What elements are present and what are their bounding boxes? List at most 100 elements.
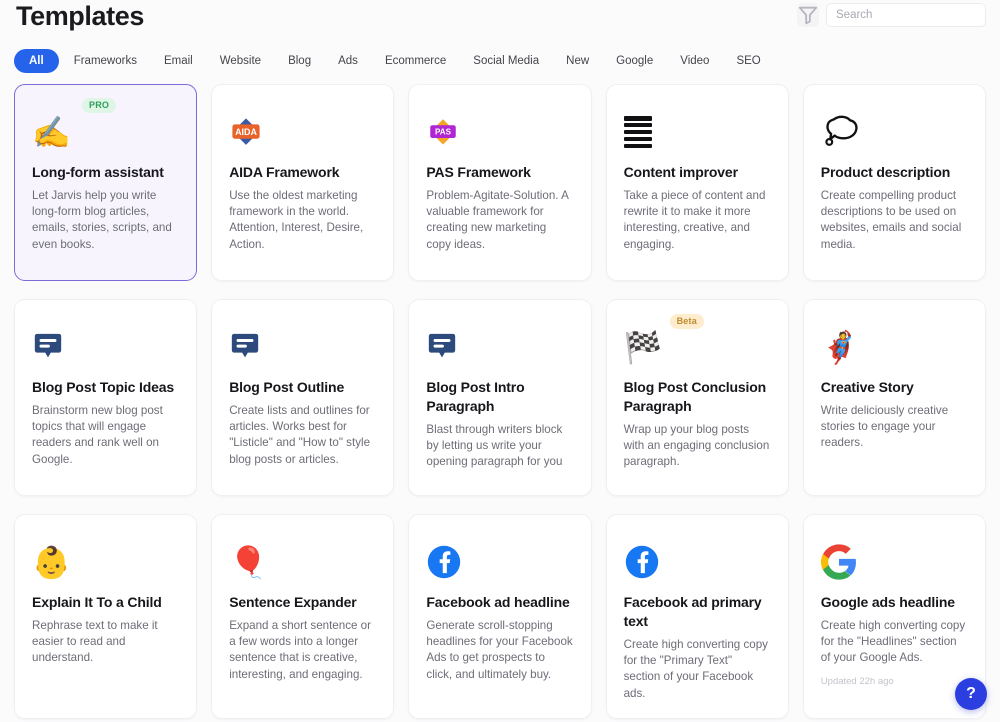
tab-blog[interactable]: Blog bbox=[276, 49, 323, 73]
template-card[interactable]: Blog Post Topic Ideas Brainstorm new blo… bbox=[14, 299, 197, 496]
card-title: Long-form assistant bbox=[32, 163, 179, 182]
template-card[interactable]: Facebook ad primary text Create high con… bbox=[606, 514, 789, 719]
template-card[interactable]: 🏁Beta Blog Post Conclusion Paragraph Wra… bbox=[606, 299, 789, 496]
tab-all[interactable]: All bbox=[14, 49, 59, 73]
tab-video[interactable]: Video bbox=[668, 49, 721, 73]
template-card[interactable]: Content improver Take a piece of content… bbox=[606, 84, 789, 281]
aida-badge-icon: AIDA bbox=[229, 115, 263, 149]
card-icon bbox=[229, 320, 376, 374]
card-icon bbox=[426, 535, 573, 589]
page-title: Templates bbox=[16, 0, 144, 33]
card-description: Expand a short sentence or a few words i… bbox=[229, 618, 376, 683]
card-description: Problem-Agitate-Solution. A valuable fra… bbox=[426, 188, 573, 253]
card-description: Take a piece of content and rewrite it t… bbox=[624, 188, 771, 253]
card-title: Google ads headline bbox=[821, 593, 968, 612]
card-description: Write deliciously creative stories to en… bbox=[821, 403, 968, 452]
tab-email[interactable]: Email bbox=[152, 49, 205, 73]
card-description: Rephrase text to make it easier to read … bbox=[32, 618, 179, 667]
tab-google[interactable]: Google bbox=[604, 49, 665, 73]
card-description: Create high converting copy for the "Hea… bbox=[821, 618, 968, 667]
card-icon bbox=[426, 320, 573, 374]
card-title: Content improver bbox=[624, 163, 771, 182]
template-card[interactable]: AIDA AIDA Framework Use the oldest marke… bbox=[211, 84, 394, 281]
filter-funnel-icon[interactable] bbox=[797, 3, 819, 27]
writing-hand-emoji: ✍️ bbox=[32, 117, 71, 148]
card-title: Blog Post Intro Paragraph bbox=[426, 378, 573, 416]
card-title: AIDA Framework bbox=[229, 163, 376, 182]
template-card[interactable]: ✍️PRO Long-form assistant Let Jarvis hel… bbox=[14, 84, 197, 281]
card-icon bbox=[624, 535, 771, 589]
card-icon: ✍️PRO bbox=[32, 105, 179, 159]
template-card[interactable]: Product description Create compelling pr… bbox=[803, 84, 986, 281]
tab-seo[interactable]: SEO bbox=[724, 49, 772, 73]
card-title: Blog Post Topic Ideas bbox=[32, 378, 179, 397]
baby-emoji: 👶 bbox=[32, 547, 71, 578]
balloon-emoji: 🎈 bbox=[229, 547, 268, 578]
tab-ecommerce[interactable]: Ecommerce bbox=[373, 49, 458, 73]
card-title: Blog Post Conclusion Paragraph bbox=[624, 378, 771, 416]
text-lines-icon bbox=[624, 116, 652, 148]
card-description: Let Jarvis help you write long-form blog… bbox=[32, 188, 179, 253]
templates-grid: ✍️PRO Long-form assistant Let Jarvis hel… bbox=[0, 84, 1000, 719]
tab-frameworks[interactable]: Frameworks bbox=[62, 49, 149, 73]
thought-bubble-icon bbox=[821, 114, 861, 150]
speech-bubble-icon bbox=[32, 331, 64, 363]
facebook-icon bbox=[624, 544, 660, 580]
card-title: Product description bbox=[821, 163, 968, 182]
tab-social-media[interactable]: Social Media bbox=[461, 49, 551, 73]
card-icon bbox=[32, 320, 179, 374]
superhero-emoji: 🦸 bbox=[821, 332, 860, 363]
template-card[interactable]: 🎈 Sentence Expander Expand a short sente… bbox=[211, 514, 394, 719]
card-title: Explain It To a Child bbox=[32, 593, 179, 612]
google-icon bbox=[821, 544, 857, 580]
card-title: Sentence Expander bbox=[229, 593, 376, 612]
card-title: Facebook ad primary text bbox=[624, 593, 771, 631]
card-title: Creative Story bbox=[821, 378, 968, 397]
template-card[interactable]: Facebook ad headline Generate scroll-sto… bbox=[408, 514, 591, 719]
facebook-icon bbox=[426, 544, 462, 580]
card-description: Wrap up your blog posts with an engaging… bbox=[624, 422, 771, 471]
beta-badge: Beta bbox=[670, 314, 704, 329]
card-description: Blast through writers block by letting u… bbox=[426, 422, 573, 471]
card-icon bbox=[624, 105, 771, 159]
card-description: Brainstorm new blog post topics that wil… bbox=[32, 403, 179, 468]
card-icon: AIDA bbox=[229, 105, 376, 159]
card-updated-timestamp: Updated 22h ago bbox=[821, 676, 968, 687]
checkered-flag-emoji: 🏁 bbox=[624, 332, 663, 363]
page-header: Templates bbox=[0, 0, 1000, 40]
pas-badge-icon: PAS bbox=[426, 115, 460, 149]
category-tabs: AllFrameworksEmailWebsiteBlogAdsEcommerc… bbox=[0, 46, 1000, 76]
speech-bubble-icon bbox=[426, 331, 458, 363]
card-description: Use the oldest marketing framework in th… bbox=[229, 188, 376, 253]
svg-text:PAS: PAS bbox=[435, 128, 452, 137]
card-icon: 🏁Beta bbox=[624, 320, 771, 374]
help-button[interactable]: ? bbox=[955, 678, 987, 710]
templates-page: Templates AllFrameworksEmailWebsiteBlogA… bbox=[0, 0, 1000, 722]
search-input[interactable] bbox=[826, 3, 986, 27]
template-card[interactable]: PAS PAS Framework Problem-Agitate-Soluti… bbox=[408, 84, 591, 281]
template-card[interactable]: Blog Post Outline Create lists and outli… bbox=[211, 299, 394, 496]
template-card[interactable]: Blog Post Intro Paragraph Blast through … bbox=[408, 299, 591, 496]
filter-funnel-glyph bbox=[797, 0, 819, 32]
header-actions bbox=[797, 3, 986, 27]
svg-text:AIDA: AIDA bbox=[235, 127, 257, 137]
template-card[interactable]: 👶 Explain It To a Child Rephrase text to… bbox=[14, 514, 197, 719]
card-description: Generate scroll-stopping headlines for y… bbox=[426, 618, 573, 683]
tab-ads[interactable]: Ads bbox=[326, 49, 370, 73]
tab-new[interactable]: New bbox=[554, 49, 601, 73]
card-description: Create high converting copy for the "Pri… bbox=[624, 637, 771, 702]
speech-bubble-icon bbox=[229, 331, 261, 363]
card-title: Blog Post Outline bbox=[229, 378, 376, 397]
template-card[interactable]: 🦸 Creative Story Write deliciously creat… bbox=[803, 299, 986, 496]
pro-badge: PRO bbox=[82, 98, 116, 113]
card-description: Create compelling product descriptions t… bbox=[821, 188, 968, 253]
card-icon bbox=[821, 535, 968, 589]
tab-website[interactable]: Website bbox=[208, 49, 273, 73]
card-icon: 👶 bbox=[32, 535, 179, 589]
card-icon: PAS bbox=[426, 105, 573, 159]
card-title: PAS Framework bbox=[426, 163, 573, 182]
card-description: Create lists and outlines for articles. … bbox=[229, 403, 376, 468]
card-icon: 🦸 bbox=[821, 320, 968, 374]
card-title: Facebook ad headline bbox=[426, 593, 573, 612]
card-icon bbox=[821, 105, 968, 159]
